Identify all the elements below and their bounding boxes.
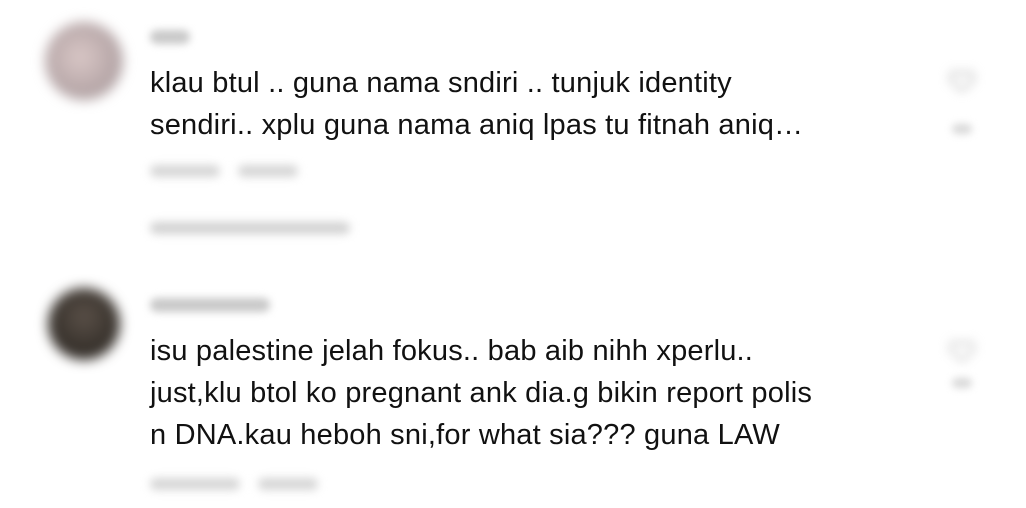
comment-line: isu palestine jelah fokus.. bab aib nihh… — [150, 335, 754, 367]
username[interactable] — [150, 298, 270, 312]
comment-text: isu palestine jelah fokus.. bab aib nihh… — [150, 330, 812, 456]
comment-meta — [150, 478, 318, 490]
heart-icon[interactable] — [948, 66, 976, 94]
like-count — [952, 378, 972, 388]
comment-2: isu palestine jelah fokus.. bab aib nihh… — [0, 260, 1026, 508]
avatar[interactable] — [45, 22, 123, 100]
comment-text: klau btul .. guna nama sndiri .. tunjuk … — [150, 62, 803, 146]
replies-link[interactable] — [150, 222, 350, 234]
timestamp — [150, 478, 240, 490]
comment-1: klau btul .. guna nama sndiri .. tunjuk … — [0, 0, 1026, 250]
comment-line: just,klu btol ko pregnant ank dia.g biki… — [150, 377, 813, 409]
like-count — [952, 124, 972, 134]
comment-line: n DNA.kau heboh sni,for what sia??? guna… — [150, 419, 780, 451]
avatar[interactable] — [48, 288, 120, 360]
comment-line: sendiri.. xplu guna nama aniq lpas tu fi… — [150, 109, 804, 141]
username[interactable] — [150, 30, 190, 44]
timestamp — [150, 165, 220, 177]
heart-icon[interactable] — [948, 336, 976, 364]
reply-button[interactable] — [238, 165, 298, 177]
comment-line: klau btul .. guna nama sndiri .. tunjuk … — [150, 67, 732, 99]
reply-button[interactable] — [258, 478, 318, 490]
comment-meta — [150, 165, 298, 177]
view-replies[interactable] — [150, 222, 350, 234]
